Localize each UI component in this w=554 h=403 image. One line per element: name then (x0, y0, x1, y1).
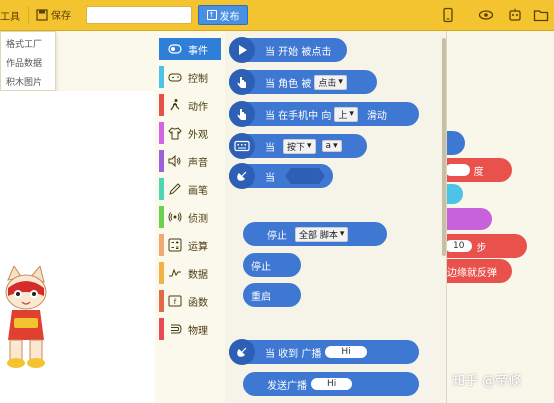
watermark-text: 知乎 @帝倏 (452, 374, 522, 389)
category-label: 动作 (188, 101, 208, 113)
keyboard-icon (229, 133, 255, 159)
send-broadcast-field[interactable]: Hi (311, 378, 353, 390)
run-icon (168, 98, 182, 112)
satellite-icon (229, 339, 255, 365)
category-label: 数据 (188, 269, 208, 281)
category-label: 控制 (188, 73, 208, 85)
robot-icon[interactable] (507, 7, 523, 23)
palette-scrollbar[interactable] (442, 38, 446, 256)
menu-item-format-factory[interactable]: 格式工厂 (6, 37, 42, 50)
swipe-direction-dropdown[interactable]: 上 ▾ (334, 106, 358, 122)
eye-icon[interactable] (478, 7, 494, 23)
hand-swipe-icon (229, 101, 255, 127)
save-icon (36, 8, 48, 21)
block-when-receive-broadcast[interactable]: 当 收到 广播 Hi (229, 340, 419, 364)
block-stop-all[interactable]: 停止 全部 脚本 ▾ (243, 222, 387, 246)
menu-item-project-data[interactable]: 作品数据 (6, 56, 42, 69)
category-events[interactable]: 事件 (159, 38, 221, 60)
top-toolbar: 工具 保存 ↑ 发布 (0, 0, 554, 31)
hand-click-icon (229, 69, 255, 95)
block-when-phone-swipe[interactable]: 当 在手机中 向 上 ▾ 滑动 (229, 102, 419, 126)
cat-character-sprite[interactable] (0, 266, 52, 376)
stage-area (0, 91, 155, 403)
category-label: 外观 (188, 129, 208, 141)
category-label: 函数 (188, 297, 208, 309)
category-motion[interactable]: 动作 (159, 94, 221, 116)
key-name-dropdown[interactable]: a ▾ (321, 140, 342, 152)
tools-dropdown-menu: 格式工厂 作品数据 积木图片 (0, 31, 56, 91)
gamepad-icon (168, 70, 182, 84)
pen-icon (168, 182, 182, 196)
category-label: 物理 (188, 325, 208, 337)
key-action-dropdown[interactable]: 按下 ▾ (283, 138, 316, 154)
toggle-icon (168, 42, 182, 56)
block-stop[interactable]: 停止 (243, 253, 301, 277)
play-icon (229, 37, 255, 63)
category-label: 事件 (188, 45, 208, 57)
category-label: 画笔 (188, 185, 208, 197)
category-label: 侦测 (188, 213, 208, 225)
publish-icon: ↑ (206, 10, 217, 20)
category-functions[interactable]: f 函数 (159, 290, 221, 312)
stop-target-dropdown[interactable]: 全部 脚本 ▾ (295, 226, 349, 242)
speaker-icon (168, 154, 182, 168)
tools-menu[interactable]: 工具 (0, 8, 20, 23)
save-label: 保存 (51, 11, 71, 22)
calc-icon (168, 238, 182, 252)
save-button[interactable]: 保存 (36, 7, 71, 22)
category-looks[interactable]: 外观 (159, 122, 221, 144)
category-pen[interactable]: 画笔 (159, 178, 221, 200)
category-label: 声音 (188, 157, 208, 169)
block-send-broadcast[interactable]: 发送广播 Hi (243, 372, 419, 396)
folder-icon[interactable] (533, 7, 549, 23)
category-data[interactable]: 数据 (159, 262, 221, 284)
toolbar-divider (28, 6, 29, 24)
data-icon (168, 266, 182, 280)
broadcast-name-field[interactable]: Hi (325, 346, 367, 358)
role-event-dropdown[interactable]: 点击 ▾ (314, 74, 347, 90)
condition-slot[interactable] (285, 168, 325, 184)
satellite-icon (229, 163, 255, 189)
block-category-list: 事件 控制 动作 外观 声音 画笔 侦测 运算 数据 f 函数 物理 (155, 31, 225, 403)
publish-label: 发布 (219, 11, 240, 23)
magnet-icon (168, 322, 182, 336)
category-control[interactable]: 控制 (159, 66, 221, 88)
script-workspace[interactable]: 度 10 步 边缘就反弹 (407, 31, 554, 403)
block-restart[interactable]: 重启 (243, 283, 301, 307)
block-palette: 当 开始 被点击 当 角色 被 点击 ▾ 当 在手机中 向 上 ▾ 滑动 当 按下 ▾… (225, 31, 447, 403)
project-title-input[interactable] (86, 6, 192, 24)
shirt-icon (168, 126, 182, 140)
category-label: 运算 (188, 241, 208, 253)
publish-button[interactable]: ↑ 发布 (198, 5, 248, 25)
category-physics[interactable]: 物理 (159, 318, 221, 340)
menu-item-block-image[interactable]: 积木图片 (6, 75, 42, 88)
svg-text:f: f (174, 298, 177, 306)
category-sound[interactable]: 声音 (159, 150, 221, 172)
radar-icon (168, 210, 182, 224)
category-operators[interactable]: 运算 (159, 234, 221, 256)
phone-icon[interactable] (440, 7, 456, 23)
function-icon: f (168, 294, 182, 308)
category-sensing[interactable]: 侦测 (159, 206, 221, 228)
